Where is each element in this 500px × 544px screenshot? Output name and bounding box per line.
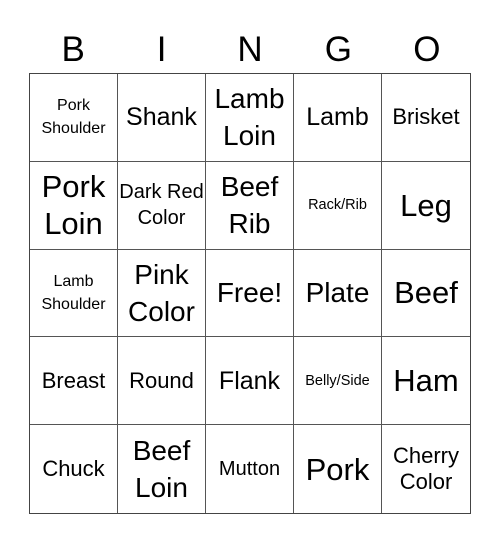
bingo-cell[interactable]: Pink Color	[118, 249, 206, 338]
bingo-cell-label: Cherry Color	[392, 443, 459, 495]
bingo-cell-label: Pork Loin	[41, 169, 106, 242]
bingo-cell-label: Pork	[305, 451, 370, 487]
bingo-cell-label: Rack/Rib	[308, 197, 367, 214]
bingo-cell-label: Lamb	[306, 103, 369, 132]
bingo-cell[interactable]: Beef	[382, 250, 470, 338]
bingo-cell[interactable]: Shank	[118, 74, 206, 162]
bingo-cell-label: Belly/Side	[305, 372, 370, 389]
bingo-header: B I N G O	[29, 28, 471, 72]
bingo-cell-label: Chuck	[42, 456, 105, 482]
bingo-cell-label: Beef	[394, 275, 458, 311]
bingo-cell-label: Mutton	[218, 458, 281, 481]
bingo-cell[interactable]: Pork Loin	[30, 161, 118, 250]
bingo-cell[interactable]: Breast	[30, 337, 118, 426]
bingo-cell[interactable]: Brisket	[382, 74, 470, 162]
bingo-cell-label: Pink Color	[128, 258, 195, 327]
bingo-cell-label: Lamb Shoulder	[41, 272, 106, 313]
bingo-cell[interactable]: Leg	[382, 162, 470, 250]
bingo-cell-label: Dark Red Color	[119, 181, 204, 230]
bingo-cell[interactable]: Beef Loin	[118, 425, 206, 513]
bingo-cell[interactable]: Flank	[206, 337, 294, 426]
header-letter-o: O	[413, 30, 441, 69]
bingo-cell[interactable]: Lamb Loin	[206, 74, 294, 162]
bingo-cell-label: Round	[129, 367, 194, 393]
bingo-cell-label: Free!	[216, 277, 283, 309]
bingo-cell-free[interactable]: Free!	[206, 249, 294, 338]
bingo-cell[interactable]: Pork Shoulder	[30, 74, 118, 162]
bingo-cell[interactable]: Ham	[382, 337, 470, 426]
bingo-cell[interactable]: Lamb Shoulder	[30, 249, 118, 338]
bingo-cell[interactable]: Rack/Rib	[294, 161, 382, 250]
bingo-cell-label: Breast	[41, 367, 106, 393]
header-letter-b: B	[61, 30, 85, 69]
bingo-card-grid: Pork Shoulder Shank Lamb Loin Lamb Brisket Po…	[29, 73, 471, 514]
bingo-cell[interactable]: Plate	[294, 249, 382, 338]
bingo-cell-label: Flank	[218, 366, 281, 395]
bingo-cell[interactable]: Chuck	[30, 425, 118, 513]
bingo-cell-label: Leg	[400, 187, 452, 223]
bingo-cell-label: Beef Rib	[220, 171, 279, 240]
bingo-cell[interactable]: Round	[118, 337, 206, 426]
bingo-cell[interactable]: Dark Red Color	[118, 161, 206, 250]
bingo-cell[interactable]: Belly/Side	[294, 337, 382, 426]
header-letter-n: N	[237, 30, 263, 69]
bingo-cell-label: Plate	[305, 277, 370, 309]
bingo-cell-label: Shank	[126, 103, 197, 132]
bingo-cell-label: Pork Shoulder	[41, 97, 106, 138]
bingo-cell-label: Brisket	[392, 104, 460, 130]
bingo-cell[interactable]: Mutton	[206, 425, 294, 513]
bingo-cell-label: Ham	[393, 363, 459, 399]
header-letter-g: G	[324, 30, 353, 69]
bingo-cell[interactable]: Beef Rib	[206, 161, 294, 250]
bingo-cell[interactable]: Pork	[294, 425, 382, 513]
header-letter-i: I	[156, 30, 167, 69]
bingo-cell[interactable]: Lamb	[294, 74, 382, 162]
bingo-cell-label: Lamb Loin	[214, 83, 285, 152]
bingo-cell-label: Beef Loin	[132, 435, 191, 504]
bingo-cell[interactable]: Cherry Color	[382, 425, 470, 513]
